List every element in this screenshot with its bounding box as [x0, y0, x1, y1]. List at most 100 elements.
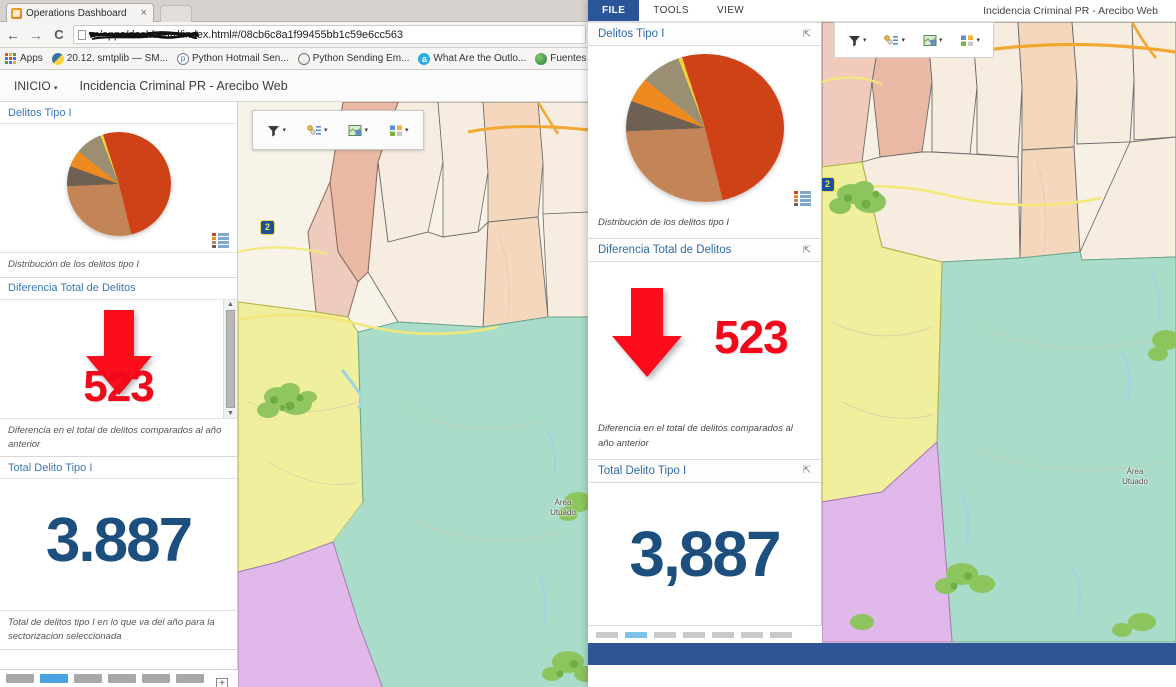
menu-file[interactable]: FILE	[588, 0, 640, 21]
panel-header[interactable]: Delitos Tipo I ⇱	[588, 22, 821, 46]
layers-icon	[307, 124, 321, 135]
map-button[interactable]: ▾	[348, 124, 368, 137]
home-menu-button[interactable]: INICIO ▾	[14, 79, 58, 93]
widgets-button[interactable]: ▾	[389, 124, 409, 137]
pie-chart[interactable]	[625, 54, 784, 202]
app-tab[interactable]	[654, 631, 676, 638]
browser-tab-title: Operations Dashboard	[26, 7, 127, 19]
chevron-down-icon: ▾	[976, 37, 980, 44]
dashboard-tab-active[interactable]	[40, 674, 68, 683]
back-icon[interactable]: ←	[4, 28, 22, 42]
app-tab[interactable]	[770, 631, 792, 638]
panel-delitos-tipo-i: Delitos Tipo I ⇱ Distribución de los del…	[588, 22, 821, 238]
app-tab[interactable]	[741, 631, 763, 638]
panel-body: 3.887	[0, 479, 237, 611]
panel-caption: Total de delitos tipo I en lo que va del…	[0, 610, 237, 649]
bookmark-label: Apps	[20, 53, 43, 64]
compass-icon	[297, 52, 310, 65]
indicator-value: 523	[714, 311, 789, 364]
operations-dashboard-app-window: FILE TOOLS VIEW Incidencia Criminal PR -…	[588, 0, 1176, 687]
browser-tab-strip: Operations Dashboard ×	[0, 0, 590, 22]
filter-button[interactable]: ▾	[267, 124, 286, 137]
app-tab[interactable]	[596, 631, 618, 638]
panel-title: Delitos Tipo I	[598, 28, 665, 40]
browser-navigation-bar: ← → C m/apps/dashboard/index.html#/08cb6…	[0, 22, 590, 48]
dashboard-tab[interactable]	[108, 674, 136, 683]
panel-diferencia-total: Diferencia Total de Delitos 523 ▲ ▼ Dife…	[0, 277, 237, 458]
dashboard-tab[interactable]	[142, 674, 170, 683]
address-bar[interactable]: m/apps/dashboard/index.html#/08cb6c8a1f9…	[73, 25, 586, 44]
globe-icon	[535, 52, 548, 65]
down-arrow-icon	[612, 288, 682, 378]
panel-body	[0, 124, 237, 252]
panel-header[interactable]: Total Delito Tipo I	[0, 457, 237, 480]
grid-icon	[389, 125, 402, 136]
python-doc-icon: p	[176, 52, 189, 65]
dashboard-tab[interactable]	[74, 674, 102, 683]
panel-scrollbar[interactable]: ▲ ▼	[223, 299, 237, 418]
bookmark-item[interactable]: p Python Hotmail Sen...	[176, 52, 289, 65]
app-side-panel-right: Delitos Tipo I ⇱ Distribución de los del…	[588, 22, 822, 665]
add-tab-button[interactable]: +	[216, 678, 228, 687]
expand-icon[interactable]: ⇱	[803, 245, 811, 256]
browser-tab[interactable]: Operations Dashboard ×	[6, 3, 154, 22]
scroll-up-icon[interactable]: ▲	[227, 301, 234, 308]
map-area-label: Área Utuado	[550, 498, 576, 517]
scroll-down-icon[interactable]: ▼	[227, 410, 234, 417]
layers-icon	[884, 34, 899, 45]
app-tab[interactable]	[683, 631, 705, 638]
menu-tools[interactable]: TOOLS	[639, 0, 703, 21]
chevron-down-icon: ▾	[938, 37, 943, 44]
bookmark-label: 20.12. smtplib — SM...	[66, 53, 168, 64]
dashboard-tab[interactable]	[6, 674, 34, 683]
map-toolbar-left: ▾ ▾ ▾ ▾	[252, 110, 424, 150]
layers-button[interactable]: ▾	[884, 34, 905, 47]
panel-total-delito: Total Delito Tipo I 3.887 Total de delit…	[0, 457, 237, 650]
panel-title: Diferencia Total de Delitos	[8, 282, 136, 295]
app-tab[interactable]	[712, 631, 734, 638]
expand-icon[interactable]: ⇱	[803, 465, 811, 476]
forward-icon[interactable]: →	[27, 28, 45, 42]
panel-header[interactable]: Delitos Tipo I	[0, 102, 237, 124]
app-status-bar	[588, 643, 1176, 665]
map-canvas-left[interactable]: 2 Área Utuado	[238, 102, 590, 687]
expand-icon[interactable]: ⇱	[803, 29, 811, 40]
bookmark-apps[interactable]: Apps	[5, 52, 43, 65]
bookmark-item[interactable]: Python Sending Em...	[297, 52, 409, 65]
panel-header[interactable]: Total Delito Tipo I ⇱	[588, 458, 821, 483]
indicator-value: 3,887	[629, 517, 781, 590]
menu-view[interactable]: VIEW	[703, 0, 758, 21]
pie-chart[interactable]	[66, 132, 171, 236]
bookmark-item[interactable]: 20.12. smtplib — SM...	[51, 52, 168, 65]
panel-body	[588, 46, 821, 210]
map-button[interactable]: ▾	[923, 34, 943, 47]
panel-title: Diferencia Total de Delitos	[598, 244, 732, 257]
app-tab-active[interactable]	[625, 631, 647, 638]
python-icon	[51, 52, 64, 65]
panel-delitos-tipo-i: Delitos Tipo I Distribución de los delit…	[0, 102, 237, 278]
dashboard-tab[interactable]	[176, 674, 204, 683]
widgets-button[interactable]: ▾	[960, 34, 980, 47]
new-tab-button[interactable]	[160, 5, 192, 22]
map-area-label: Área Utuado	[1122, 467, 1148, 486]
dashboard-header: INICIO ▾ Incidencia Criminal PR - Arecib…	[0, 70, 590, 102]
route-shield-marker: 2	[260, 220, 275, 235]
close-icon[interactable]: ×	[139, 7, 149, 19]
reload-icon[interactable]: C	[50, 28, 68, 41]
bookmark-item[interactable]: Fuentes de	[535, 52, 590, 65]
chevron-down-icon: ▾	[364, 127, 368, 134]
legend-icon[interactable]	[212, 233, 229, 248]
map-icon	[923, 34, 937, 46]
bookmark-item[interactable]: a What Are the Outlo...	[418, 52, 526, 65]
layers-button[interactable]: ▾	[307, 124, 328, 137]
map-canvas-right[interactable]: 2 Área Utuado	[822, 22, 1176, 643]
legend-icon[interactable]	[794, 191, 811, 206]
scrollbar-thumb[interactable]	[226, 309, 235, 408]
panel-title: Total Delito Tipo I	[598, 464, 687, 477]
grid-icon	[961, 35, 974, 46]
panel-header[interactable]: Diferencia Total de Delitos ⇱	[588, 238, 821, 263]
filter-button[interactable]: ▾	[848, 34, 867, 47]
panel-diferencia-total: Diferencia Total de Delitos ⇱ 523 Difere…	[588, 238, 821, 459]
bookmark-label: Fuentes de	[550, 53, 590, 64]
panel-header[interactable]: Diferencia Total de Delitos	[0, 277, 237, 300]
